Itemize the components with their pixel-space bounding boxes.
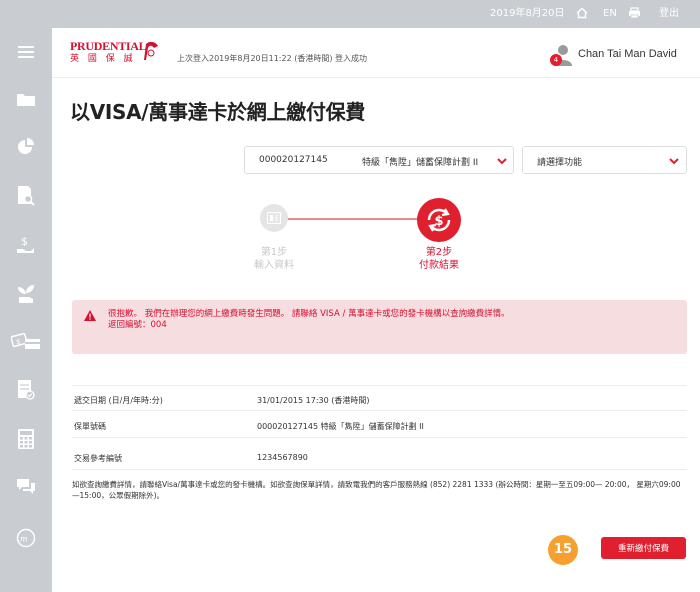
logout-link[interactable]: 登出 [659, 8, 679, 20]
chevron-down-icon [669, 158, 679, 165]
plant-growth-icon[interactable] [14, 281, 38, 305]
resubmit-payment-button[interactable]: 重新繳付保費 [601, 537, 686, 559]
warning-icon [84, 310, 96, 321]
svg-text:m: m [20, 535, 28, 544]
step1-label: 第1步 輸入資料 [234, 246, 314, 272]
svg-text:$: $ [435, 214, 444, 229]
contact-note: 如欲查詢繳費詳情，請聯絡Visa/萬事達卡或您的發卡機構。如欲查詢保單詳情，請致… [72, 480, 681, 500]
home-icon[interactable] [576, 7, 588, 23]
info-label: 交易參考編號 [74, 454, 122, 463]
lady-emblem-icon [144, 41, 158, 60]
step1-title: 第1步 [260, 247, 288, 258]
info-label: 保單號碼 [74, 422, 106, 431]
error-alert: 很抱歉。 我們在辦理您的網上繳費時發生問題。 請聯絡 VISA / 萬事達卡或您… [72, 300, 687, 354]
current-date: 2019年8月20日 [490, 8, 565, 19]
last-login-info: 上次登入2019年8月20日11:22 (香港時間) 登入成功 [177, 54, 368, 63]
info-row: 保單號碼 000020127145 特級「雋陞」儲蓄保障計劃 II [72, 412, 687, 438]
my-logo-icon[interactable]: m [14, 526, 38, 550]
policy-select[interactable]: 000020127145 特級「雋陞」儲蓄保障計劃 II [244, 146, 514, 174]
top-bar: 2019年8月20日 EN 登出 [0, 0, 700, 28]
main-content: PRUDENTIAL 英 國 保 誠 上次登入2019年8月20日11:22 (… [52, 28, 700, 592]
info-row: 遞交日期 (日/月/年時:分) 31/01/2015 17:30 (香港時間) [72, 385, 687, 411]
user-name[interactable]: Chan Tai Man David [578, 48, 677, 60]
info-value: 31/01/2015 17:30 (香港時間) [257, 396, 370, 405]
svg-text:$: $ [16, 338, 20, 346]
sidebar: $ $ m [0, 28, 52, 592]
notification-badge[interactable]: 4 [550, 54, 562, 66]
print-icon[interactable] [628, 7, 641, 23]
policy-number: 000020127145 [259, 155, 328, 165]
info-value: 000020127145 特級「雋陞」儲蓄保障計劃 II [257, 422, 424, 431]
money-hand-icon[interactable]: $ [14, 233, 38, 257]
info-label: 遞交日期 (日/月/年時:分) [74, 396, 163, 405]
info-row: 交易參考編號 1234567890 [72, 444, 687, 470]
search-document-icon[interactable] [14, 184, 38, 208]
folder-icon[interactable] [14, 87, 38, 111]
header: PRUDENTIAL 英 國 保 誠 上次登入2019年8月20日11:22 (… [52, 28, 700, 78]
step2-title: 第2步 [425, 247, 453, 258]
language-switch[interactable]: EN [603, 8, 617, 20]
function-placeholder: 請選擇功能 [537, 158, 583, 168]
stepper-connector [274, 218, 426, 220]
function-select[interactable]: 請選擇功能 [522, 146, 687, 174]
step1-name: 輸入資料 [254, 260, 294, 271]
step2-name: 付款結果 [419, 260, 459, 271]
step-marker: 15 [548, 535, 578, 565]
step2-indicator: $ [417, 198, 461, 242]
form-icon [267, 212, 281, 224]
policy-plan: 特級「雋陞」儲蓄保障計劃 II [362, 158, 479, 168]
prudential-logo[interactable]: PRUDENTIAL 英 國 保 誠 [70, 40, 160, 70]
payment-refresh-icon: $ [427, 208, 451, 232]
menu-icon[interactable] [14, 40, 38, 64]
step2-label: 第2步 付款結果 [399, 246, 479, 272]
pie-chart-icon[interactable] [14, 135, 38, 159]
payment-card-icon[interactable]: $ [10, 330, 42, 354]
info-value: 1234567890 [257, 453, 308, 462]
chevron-down-icon [497, 158, 507, 165]
chat-icon[interactable] [14, 475, 38, 499]
alert-message: 很抱歉。 我們在辦理您的網上繳費時發生問題。 請聯絡 VISA / 萬事達卡或您… [108, 309, 673, 331]
svg-text:$: $ [21, 235, 28, 248]
alert-line2: 返回編號：004 [108, 320, 167, 330]
page-title: 以VISA/萬事達卡於網上繳付保費 [70, 100, 366, 124]
checklist-icon[interactable] [14, 378, 38, 402]
calculator-icon[interactable] [14, 427, 38, 451]
alert-line1: 很抱歉。 我們在辦理您的網上繳費時發生問題。 請聯絡 VISA / 萬事達卡或您… [108, 309, 510, 319]
step1-indicator [260, 204, 288, 232]
